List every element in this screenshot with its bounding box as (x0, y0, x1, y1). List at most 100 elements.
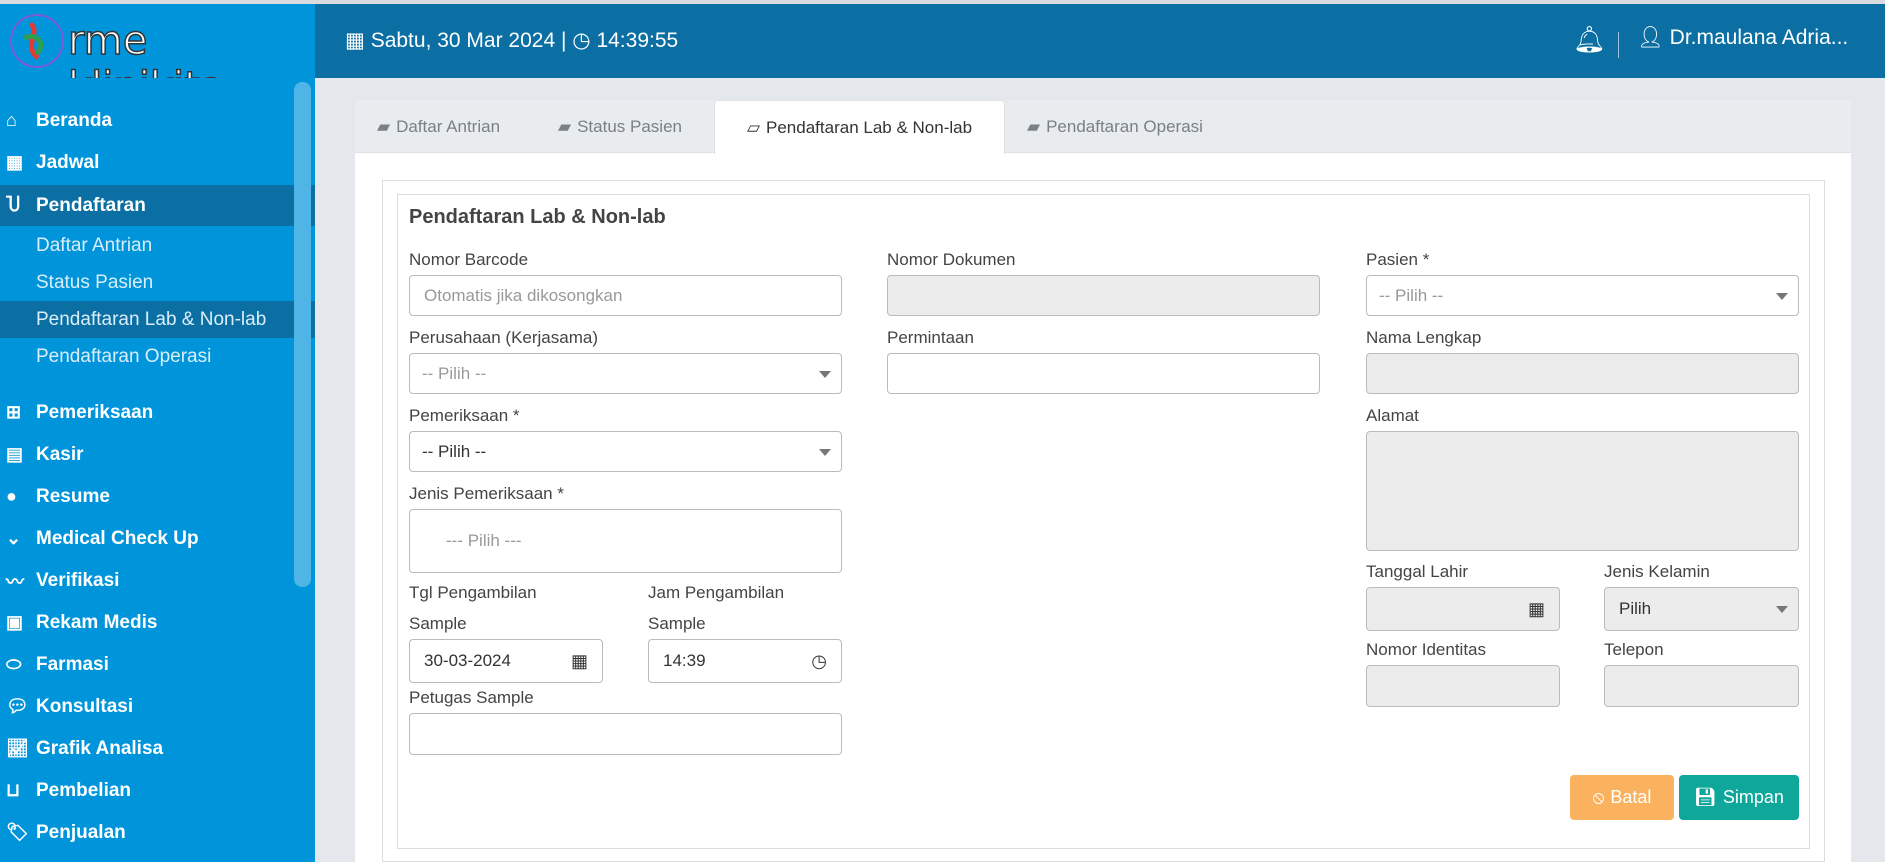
label-nomor-dokumen: Nomor Dokumen (887, 250, 1016, 269)
divider (1618, 32, 1619, 58)
button-label: Simpan (1722, 787, 1784, 807)
tanggal-lahir-input: ▦ (1366, 587, 1560, 631)
date-text: Sabtu, 30 Mar 2024 | (370, 29, 573, 52)
jam-pengambilan-input[interactable]: 14:39 ◷ (648, 639, 842, 683)
nama-lengkap-input (1366, 353, 1799, 394)
label: Konsultasi (36, 695, 134, 717)
tab-label: Daftar Antrian (396, 117, 501, 136)
calendar-icon: ▦ (1527, 598, 1545, 619)
simpan-button[interactable]: 💾︎ Simpan (1679, 775, 1799, 820)
time-text: 14:39:55 (596, 29, 679, 52)
sidebar-sub-status-pasien[interactable]: Status Pasien (0, 264, 315, 301)
sidebar-item-pemeriksaan[interactable]: ⊞ Pemeriksaan (0, 392, 315, 433)
tab-label: Pendaftaran Lab & Non-lab (766, 117, 973, 137)
label: Pembelian (36, 779, 132, 801)
user-name: Dr.maulana Adria... (1669, 26, 1849, 49)
sidebar-item-pembelian[interactable]: ⊔ Pembelian (0, 770, 315, 811)
caret-down-icon (819, 448, 831, 456)
tab-label: Pendaftaran Operasi (1046, 117, 1203, 136)
brand[interactable]: rme klinikita (0, 4, 315, 111)
label-petugas: Petugas Sample (409, 688, 534, 707)
sidebar-item-penjualan[interactable]: 🏷︎ Penjualan (0, 812, 315, 853)
label: Kasir (36, 443, 84, 465)
sidebar-item-resume[interactable]: ● Resume (0, 476, 315, 517)
placeholder: Otomatis jika dikosongkan (424, 285, 623, 305)
label: Penjualan (36, 821, 126, 843)
sidebar-item-farmasi[interactable]: ⬭ Farmasi (0, 644, 315, 685)
label: Pemeriksaan (36, 401, 154, 423)
date-value: 30-03-2024 (424, 651, 511, 670)
label: Grafik Analisa (36, 737, 164, 759)
pemeriksaan-select[interactable]: -- Pilih -- (409, 431, 842, 472)
calendar-icon[interactable]: ▦ (571, 651, 588, 672)
cash-register-icon: ▤ (6, 444, 24, 464)
label-tanggal-lahir: Tanggal Lahir (1366, 562, 1469, 581)
signature-icon: 〰 (6, 571, 24, 592)
user-menu[interactable]: 👤︎ Dr.maulana Adria... (1637, 26, 1848, 50)
label-tgl-1: Tgl Pengambilan (409, 583, 537, 602)
tab-pendaftaran-operasi[interactable]: ▰ Pendaftaran Operasi (1027, 100, 1203, 154)
jenis-pemeriksaan-multiselect[interactable]: --- Pilih --- (409, 509, 842, 573)
nomor-identitas-input (1366, 665, 1560, 707)
tab-status-pasien[interactable]: ▰ Status Pasien (558, 100, 682, 154)
tab-pendaftaran-lab[interactable]: ▱ Pendaftaran Lab & Non-lab (714, 100, 1005, 154)
save-icon: 💾︎ (1694, 787, 1717, 807)
label: Rekam Medis (36, 611, 158, 633)
nomor-barcode-input[interactable]: Otomatis jika dikosongkan (409, 275, 842, 316)
label-jenis-kelamin: Jenis Kelamin (1604, 562, 1710, 581)
caret-down-icon (819, 370, 831, 378)
label: Jadwal (36, 151, 100, 173)
sidebar-item-konsultasi[interactable]: 💬︎ Konsultasi (0, 686, 315, 727)
pasien-select[interactable]: -- Pilih -- (1366, 275, 1799, 316)
tgl-pengambilan-input[interactable]: 30-03-2024 ▦ (409, 639, 603, 683)
top-header: ▦ Sabtu, 30 Mar 2024 | ◷ 14:39:55 🔔︎ 👤︎ D… (315, 4, 1885, 78)
time-value: 14:39 (663, 651, 706, 670)
medkit-icon: ⊞ (6, 402, 22, 422)
sidebar-item-rekam-medis[interactable]: ▣ Rekam Medis (0, 602, 315, 643)
sidebar-scrollbar[interactable] (294, 82, 311, 587)
bell-icon[interactable]: 🔔︎ (1573, 24, 1606, 55)
label-telepon: Telepon (1604, 640, 1664, 659)
sidebar-sub-operasi[interactable]: Pendaftaran Operasi (0, 338, 315, 375)
sidebar-item-jadwal[interactable]: ▦ Jadwal (0, 142, 315, 183)
label-pasien: Pasien * (1366, 250, 1430, 269)
tab-bar: ▰ Daftar Antrian ▰ Status Pasien ▱ Pendafta… (355, 100, 1851, 154)
sidebar-item-mcu[interactable]: ⌄ Medical Check Up (0, 518, 315, 559)
form-title: Pendaftaran Lab & Non-lab (409, 206, 666, 228)
tab-daftar-antrian[interactable]: ▰ Daftar Antrian (375, 100, 502, 154)
label-nomor-barcode: Nomor Barcode (409, 250, 529, 269)
sidebar-item-pendaftaran[interactable]: Ⴎ Pendaftaran (0, 185, 315, 226)
label: Beranda (36, 109, 113, 131)
datetime: ▦ Sabtu, 30 Mar 2024 | ◷ 14:39:55 (345, 28, 678, 53)
perusahaan-select[interactable]: -- Pilih -- (409, 353, 842, 394)
sidebar-item-grafik[interactable]: 📈︎ Grafik Analisa (0, 728, 315, 769)
label-nama: Nama Lengkap (1366, 328, 1482, 347)
sidebar-item-kasir[interactable]: ▤ Kasir (0, 434, 315, 475)
basket-icon: ⊔ (6, 780, 21, 800)
label: Medical Check Up (36, 527, 199, 549)
label: Verifikasi (36, 569, 120, 591)
permintaan-input[interactable] (887, 353, 1320, 394)
tab-label: Status Pasien (577, 117, 682, 136)
sidebar-sub-daftar-antrian[interactable]: Daftar Antrian (0, 227, 315, 264)
selected-value: -- Pilih -- (1379, 285, 1444, 305)
sidebar-item-verifikasi[interactable]: 〰 Verifikasi (0, 560, 315, 601)
label-perusahaan: Perusahaan (Kerjasama) (409, 328, 598, 347)
stethoscope-icon: Ⴎ (6, 195, 21, 215)
label-tgl-2: Sample (409, 614, 467, 633)
user-doctor-icon: ● (6, 486, 17, 506)
sidebar-item-beranda[interactable]: ⌂ Beranda (0, 100, 315, 141)
check-circle-icon: ⌄ (6, 528, 22, 548)
clock-icon[interactable]: ◷ (811, 651, 827, 672)
label-permintaan: Permintaan (887, 328, 974, 347)
placeholder: --- Pilih --- (446, 531, 522, 550)
jenis-kelamin-select: Pilih (1604, 587, 1799, 631)
caret-down-icon (1776, 606, 1788, 613)
ban-icon: ⦸ (1592, 787, 1605, 807)
batal-button[interactable]: ⦸ Batal (1570, 775, 1674, 820)
selected-value: -- Pilih -- (422, 363, 487, 383)
petugas-sample-input[interactable] (409, 713, 842, 755)
sidebar-sub-lab[interactable]: Pendaftaran Lab & Non-lab (0, 301, 315, 338)
user-icon: 👤︎ (1637, 26, 1664, 49)
home-icon: ⌂ (6, 110, 17, 130)
